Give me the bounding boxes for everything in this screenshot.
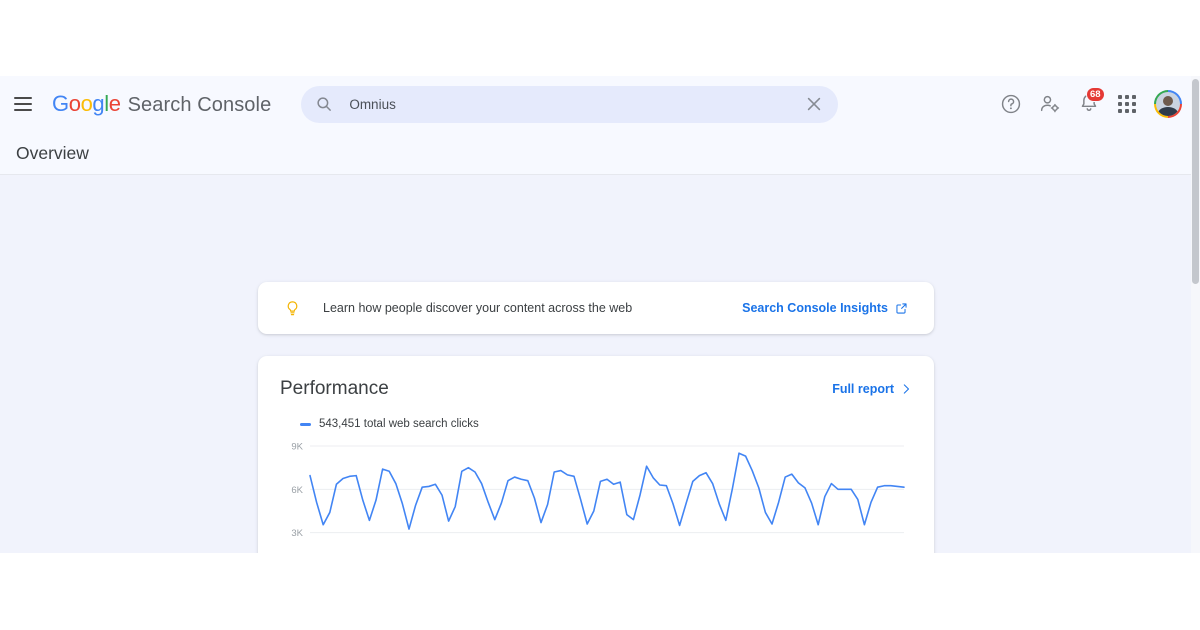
- header-actions: 68: [1000, 87, 1186, 118]
- chart-y-tick-label: 9K: [291, 442, 303, 453]
- chart-series-line: [309, 452, 905, 530]
- page-title: Overview: [16, 142, 89, 163]
- external-link-icon: [896, 302, 907, 314]
- grid-dot: [1125, 102, 1129, 106]
- page-titlebar: Overview: [0, 132, 1200, 175]
- hamburger-menu-icon[interactable]: [14, 93, 36, 115]
- search-input[interactable]: [349, 96, 805, 112]
- letterbox-bottom: [0, 553, 1200, 630]
- clicks-line-chart: 03K6K9K: [291, 442, 905, 539]
- insights-message: Learn how people discover your content a…: [323, 301, 633, 315]
- hamburger-bar: [14, 97, 32, 99]
- chart-y-tick-label: 3K: [291, 528, 303, 539]
- legend-label-clicks: 543,451 total web search clicks: [319, 418, 479, 430]
- hamburger-bar: [14, 103, 32, 105]
- avatar[interactable]: [1154, 90, 1182, 118]
- insights-link-label: Search Console Insights: [742, 301, 888, 315]
- grid-dot: [1132, 95, 1136, 99]
- grid-dot: [1118, 95, 1122, 99]
- chart-y-tick-label: 6K: [291, 485, 303, 496]
- lightbulb-icon: [287, 300, 298, 315]
- legend-swatch-clicks: [300, 422, 311, 426]
- account-settings-icon[interactable]: [1039, 93, 1061, 115]
- letterbox-top: [0, 0, 1200, 76]
- grid-dot: [1118, 109, 1122, 113]
- brand-logo[interactable]: Google Search Console: [52, 91, 271, 117]
- chevron-right-icon: [903, 384, 910, 394]
- grid-dot: [1132, 102, 1136, 106]
- search-bar[interactable]: [301, 85, 839, 123]
- help-icon[interactable]: [1000, 93, 1022, 115]
- google-wordmark: Google: [52, 91, 121, 116]
- grid-dot: [1125, 109, 1129, 113]
- full-report-label: Full report: [832, 382, 894, 396]
- grid-dot: [1125, 95, 1129, 99]
- performance-header: Performance Full report: [280, 378, 912, 400]
- insights-banner: Learn how people discover your content a…: [258, 282, 934, 334]
- scrollbar-thumb[interactable]: [1192, 79, 1199, 284]
- search-icon: [317, 97, 332, 111]
- grid-dot: [1132, 109, 1136, 113]
- app-header: Google Search Console Omnius 68: [0, 76, 1200, 132]
- app-viewport: Google Search Console Omnius 68 Overview…: [0, 76, 1200, 553]
- grid-dot: [1118, 102, 1122, 106]
- notification-badge: 68: [1086, 87, 1105, 102]
- notifications-button[interactable]: 68: [1078, 87, 1105, 116]
- product-name: Search Console: [127, 94, 272, 116]
- performance-title: Performance: [280, 378, 389, 399]
- search-console-insights-link[interactable]: Search Console Insights: [742, 301, 908, 315]
- page-scrollbar[interactable]: [1191, 76, 1200, 553]
- full-report-link[interactable]: Full report: [832, 382, 912, 396]
- performance-chart[interactable]: 03K6K9K: [280, 438, 912, 553]
- performance-card: Performance Full report 543,451 total we…: [258, 356, 934, 553]
- avatar-image: [1156, 92, 1180, 116]
- screenshot-root: Google Search Console Omnius 68 Overview…: [0, 0, 1200, 630]
- chart-legend[interactable]: 543,451 total web search clicks: [300, 418, 912, 430]
- hamburger-bar: [14, 109, 32, 111]
- apps-grid-icon[interactable]: [1117, 94, 1137, 114]
- close-icon[interactable]: [804, 94, 824, 114]
